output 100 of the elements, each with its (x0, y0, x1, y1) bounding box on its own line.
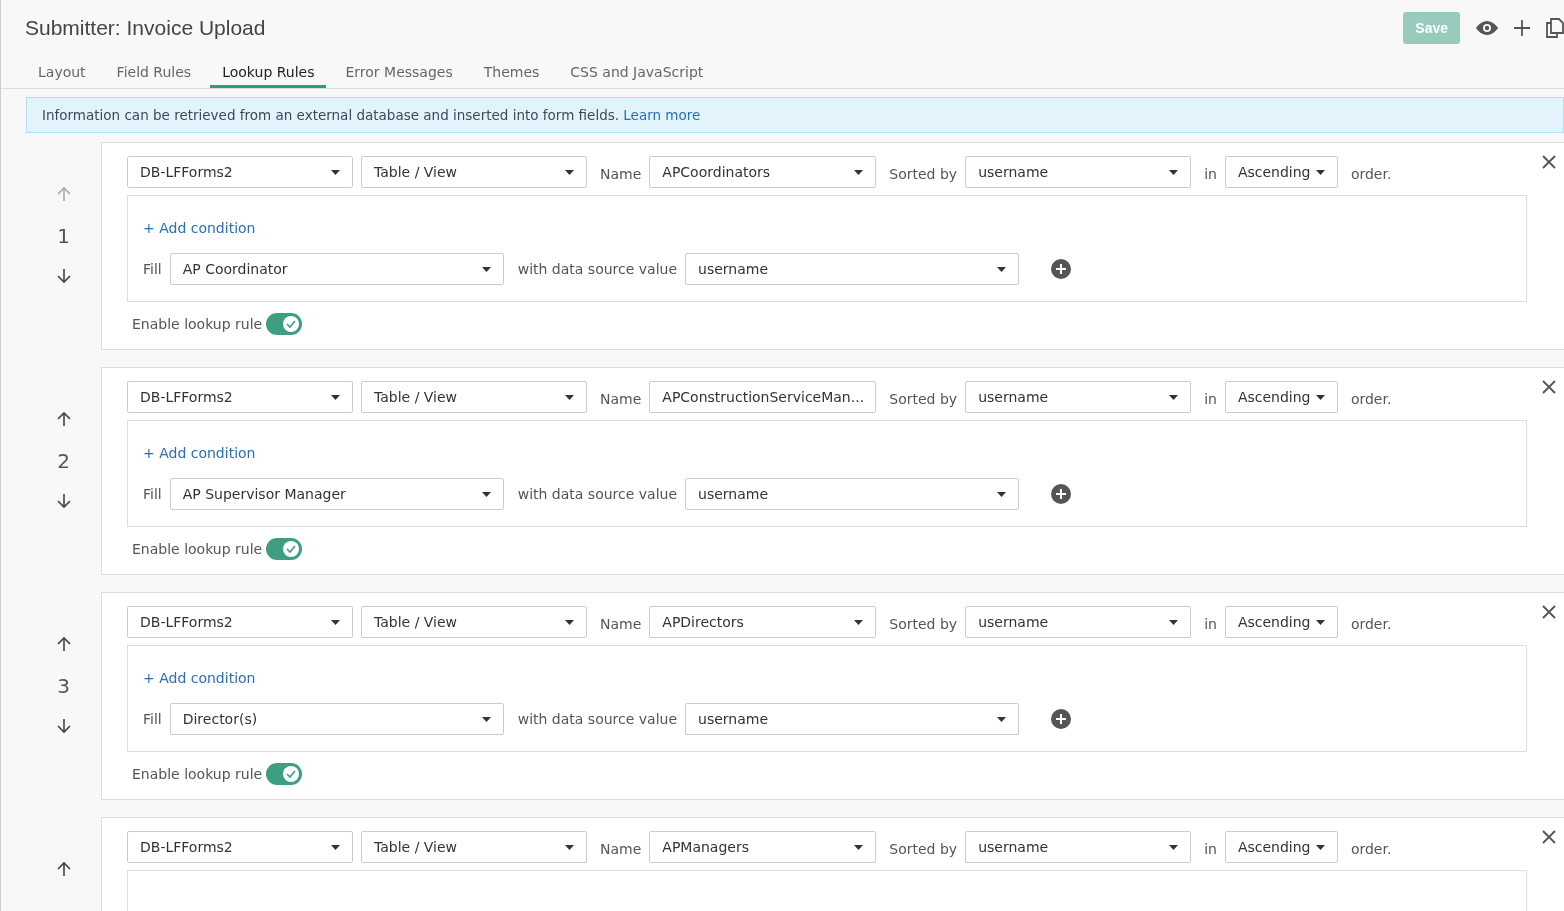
caret-icon (997, 716, 1007, 722)
preview-eye-icon[interactable] (1476, 21, 1498, 35)
order-label: order. (1350, 841, 1392, 857)
move-up-icon[interactable] (55, 411, 72, 427)
copy-icon[interactable] (1546, 18, 1564, 38)
caret-icon (1169, 394, 1179, 400)
caret-icon (565, 844, 574, 850)
tab[interactable]: Themes (471, 58, 552, 88)
caret-icon (1315, 169, 1325, 175)
name-label: Name (600, 616, 642, 632)
caret-icon (565, 619, 574, 625)
move-up-icon[interactable] (55, 636, 72, 652)
data-source-label: with data source value (517, 711, 678, 727)
toggle-switch[interactable] (266, 763, 303, 785)
order-dropdown[interactable]: Ascending (1224, 381, 1338, 413)
sorted-by-label: Sorted by (889, 841, 958, 857)
close-icon[interactable] (1542, 155, 1556, 169)
close-icon[interactable] (1542, 380, 1556, 394)
caret-icon (997, 266, 1007, 272)
caret-icon (1315, 619, 1325, 625)
fill-label: Fill (143, 711, 162, 727)
name-dropdown[interactable]: APCoordinators (649, 156, 877, 188)
sorted-by-label: Sorted by (889, 616, 958, 632)
toggle-switch[interactable] (266, 313, 303, 335)
order-dropdown[interactable]: Ascending (1224, 606, 1338, 638)
sort-field-dropdown[interactable]: username (965, 606, 1192, 638)
fill-label: Fill (143, 486, 162, 502)
data-source-dropdown[interactable]: username (685, 253, 1020, 285)
sort-field-dropdown[interactable]: username (965, 381, 1192, 413)
data-source-dropdown[interactable]: username (685, 703, 1020, 735)
info-banner: Information can be retrieved from an external database and inserted into form fields. Learn more (26, 97, 1564, 133)
in-label: in (1204, 841, 1217, 857)
name-dropdown[interactable]: APConstructionServiceMan... (649, 381, 877, 413)
caret-icon (854, 844, 864, 850)
in-label: in (1204, 166, 1217, 182)
enable-label: Enable lookup rule (132, 541, 263, 557)
database-dropdown[interactable]: DB-LFForms2 (127, 831, 353, 863)
tab[interactable]: Lookup Rules (210, 58, 327, 88)
source-type-dropdown[interactable]: Table / View (361, 831, 587, 863)
in-label: in (1204, 616, 1217, 632)
fill-field-dropdown[interactable]: Director(s) (169, 703, 504, 735)
data-source-label: with data source value (517, 486, 678, 502)
sorted-by-label: Sorted by (889, 391, 958, 407)
add-condition-link[interactable]: + Add condition (143, 670, 256, 686)
toggle-switch[interactable] (266, 538, 303, 560)
data-source-label: with data source value (517, 261, 678, 277)
order-label: order. (1350, 391, 1392, 407)
add-icon[interactable] (1051, 709, 1072, 729)
fill-field-dropdown[interactable]: AP Supervisor Manager (169, 478, 504, 510)
add-icon[interactable] (1051, 484, 1072, 504)
add-icon[interactable] (1514, 20, 1530, 36)
move-up-icon[interactable] (55, 861, 72, 877)
enable-label: Enable lookup rule (132, 766, 263, 782)
source-type-dropdown[interactable]: Table / View (361, 156, 587, 188)
form-title: Submitter: Invoice Upload (25, 16, 267, 40)
name-label: Name (600, 391, 642, 407)
caret-icon (1169, 169, 1179, 175)
caret-icon (854, 619, 864, 625)
order-label: order. (1350, 616, 1392, 632)
caret-icon (565, 394, 574, 400)
name-dropdown[interactable]: APDirectors (649, 606, 877, 638)
close-icon[interactable] (1542, 605, 1556, 619)
caret-icon (1169, 619, 1179, 625)
caret-icon (1315, 394, 1325, 400)
fill-field-dropdown[interactable]: AP Coordinator (169, 253, 504, 285)
rule-number: 1 (57, 224, 70, 248)
sorted-by-label: Sorted by (889, 166, 958, 182)
tab[interactable]: Layout (26, 58, 98, 88)
move-down-icon[interactable] (55, 268, 72, 284)
sort-field-dropdown[interactable]: username (965, 831, 1192, 863)
caret-icon (481, 716, 491, 722)
order-dropdown[interactable]: Ascending (1224, 156, 1338, 188)
add-icon[interactable] (1051, 259, 1072, 279)
database-dropdown[interactable]: DB-LFForms2 (127, 381, 353, 413)
caret-icon (854, 169, 864, 175)
sort-field-dropdown[interactable]: username (965, 156, 1192, 188)
database-dropdown[interactable]: DB-LFForms2 (127, 156, 353, 188)
add-condition-link[interactable]: + Add condition (143, 220, 256, 236)
rule-number: 3 (57, 674, 70, 698)
caret-icon (331, 844, 340, 850)
move-down-icon[interactable] (55, 718, 72, 734)
tab[interactable]: Error Messages (333, 58, 465, 88)
learn-more-link[interactable]: Learn more (623, 107, 701, 123)
caret-icon (481, 491, 491, 497)
name-dropdown[interactable]: APManagers (649, 831, 877, 863)
source-type-dropdown[interactable]: Table / View (361, 606, 587, 638)
enable-label: Enable lookup rule (132, 316, 263, 332)
caret-icon (331, 394, 340, 400)
caret-icon (481, 266, 491, 272)
rule-number: 2 (57, 449, 70, 473)
tab[interactable]: Field Rules (104, 58, 204, 88)
add-condition-link[interactable]: + Add condition (143, 445, 256, 461)
order-dropdown[interactable]: Ascending (1224, 831, 1338, 863)
tab[interactable]: CSS and JavaScript (558, 58, 716, 88)
move-down-icon[interactable] (55, 493, 72, 509)
close-icon[interactable] (1542, 830, 1556, 844)
name-label: Name (600, 841, 642, 857)
data-source-dropdown[interactable]: username (685, 478, 1020, 510)
source-type-dropdown[interactable]: Table / View (361, 381, 587, 413)
database-dropdown[interactable]: DB-LFForms2 (127, 606, 353, 638)
